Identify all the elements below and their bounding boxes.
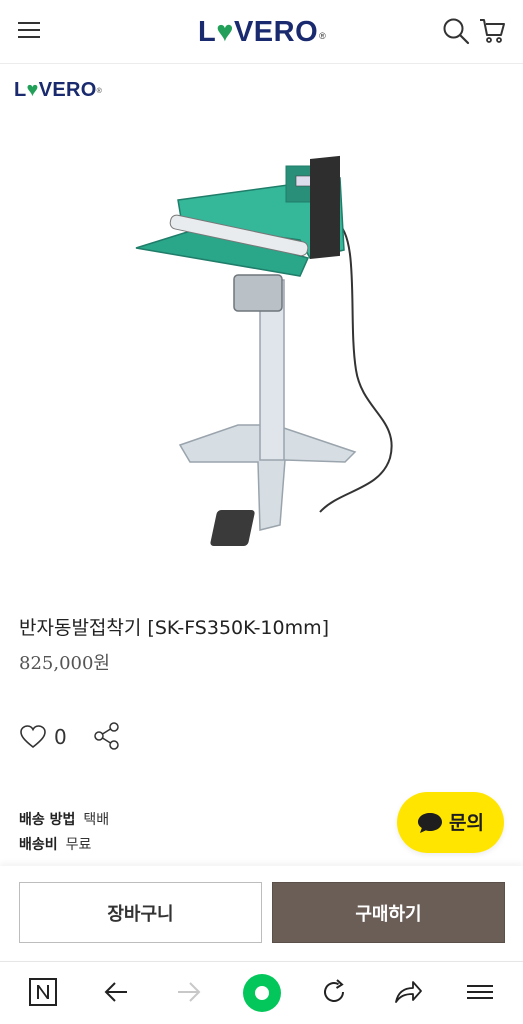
back-arrow-icon[interactable]: [100, 976, 132, 1008]
hamburger-icon[interactable]: [18, 22, 40, 40]
search-icon[interactable]: [442, 17, 470, 45]
inquiry-label: 문의: [449, 811, 484, 834]
heart-icon: ♥: [26, 79, 39, 101]
shipping-method-label: 배송 방법: [19, 812, 76, 828]
shipping-method-row: 배송 방법 택배: [19, 810, 109, 830]
add-to-cart-button[interactable]: 장바구니: [19, 882, 262, 943]
share-arrow-icon[interactable]: [392, 976, 424, 1008]
product-title: 반자동발접착기 [SK-FS350K-10mm]: [19, 617, 330, 639]
inquiry-button[interactable]: 문의: [397, 792, 504, 853]
green-dot-icon[interactable]: [243, 974, 281, 1012]
shipping-method-value: 택배: [83, 812, 110, 828]
like-button[interactable]: 0: [20, 722, 67, 752]
brand-logo-header[interactable]: L♥VERO®: [198, 14, 326, 50]
like-count: 0: [54, 725, 67, 749]
browser-nav-bar: [0, 961, 523, 1024]
product-price: 825,000원: [19, 653, 110, 674]
reload-icon[interactable]: [318, 976, 350, 1008]
menu-icon[interactable]: [464, 976, 496, 1008]
forward-arrow-icon[interactable]: [173, 976, 205, 1008]
heart-icon: ♥: [216, 16, 234, 48]
shipping-fee-row: 배송비 무료: [19, 835, 91, 855]
product-image: [135, 155, 393, 546]
shipping-fee-value: 무료: [65, 837, 92, 853]
share-icon[interactable]: [92, 721, 122, 751]
cart-icon[interactable]: [478, 16, 506, 44]
chat-bubble-icon: [418, 812, 443, 833]
purchase-bar: 장바구니 구매하기: [0, 866, 523, 960]
shipping-fee-label: 배송비: [19, 837, 58, 853]
top-header: L♥VERO®: [0, 0, 523, 64]
heart-outline-icon: [20, 725, 46, 749]
buy-now-button[interactable]: 구매하기: [272, 882, 505, 943]
brand-logo-small: L♥VERO®: [14, 79, 103, 101]
naver-home-icon[interactable]: [27, 976, 59, 1008]
